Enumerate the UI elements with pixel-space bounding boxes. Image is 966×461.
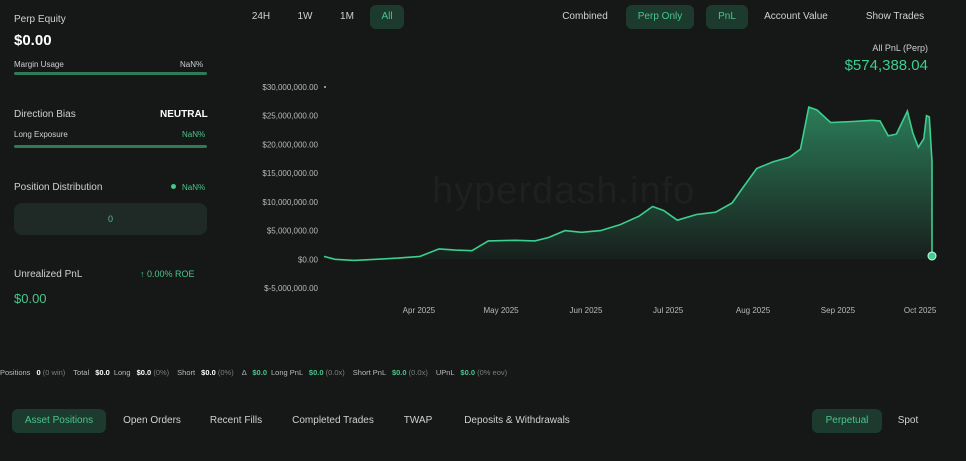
y-tick-label: $5,000,000.00	[267, 227, 319, 236]
stat-positions: Positions 0 (0 win)	[0, 368, 66, 377]
pnl-chart: $30,000,000.00 $25,000,000.00 $20,000,000.…	[262, 83, 937, 315]
x-tick-label: Oct 2025	[904, 306, 937, 315]
tab-open-orders[interactable]: Open Orders	[115, 409, 189, 433]
y-tick-label: $0.00	[298, 255, 319, 264]
stat--: Δ $0.0	[241, 368, 267, 377]
tab-asset-positions[interactable]: Asset Positions	[12, 409, 106, 433]
x-tick-label: May 2025	[483, 306, 519, 315]
stat-long: Long $0.0 (0%)	[113, 368, 170, 377]
stat-total: Total $0.0	[73, 368, 110, 377]
y-tick-label: $10,000,000.00	[262, 198, 318, 207]
x-tick-label: Apr 2025	[403, 306, 436, 315]
tab-deposits-withdrawals[interactable]: Deposits & Withdrawals	[452, 409, 582, 433]
axis-top-dot	[324, 86, 326, 88]
stat-short-pnl: Short PnL $0.0 (0.0x)	[352, 368, 428, 377]
tab-completed-trades[interactable]: Completed Trades	[282, 409, 384, 433]
pnl-area	[324, 107, 932, 261]
tab-twap[interactable]: TWAP	[394, 409, 442, 433]
tab-perpetual[interactable]: Perpetual	[812, 409, 882, 433]
stat-long-pnl: Long PnL $0.0 (0.0x)	[271, 368, 345, 377]
x-tick-label: Jun 2025	[570, 306, 603, 315]
y-tick-label: $25,000,000.00	[262, 112, 318, 121]
x-tick-label: Sep 2025	[821, 306, 856, 315]
stat-short: Short $0.0 (0%)	[177, 368, 234, 377]
y-tick-label: $15,000,000.00	[262, 169, 318, 178]
y-tick-label: $-5,000,000.00	[264, 284, 318, 293]
y-tick-label: $20,000,000.00	[262, 140, 318, 149]
x-tick-label: Jul 2025	[653, 306, 684, 315]
stats-bar: Positions 0 (0 win) Total $0.0 Long $0.0 (…	[0, 368, 950, 384]
y-tick-label: $30,000,000.00	[262, 83, 318, 92]
stat-upnl: UPnL $0.0 (0% eov)	[435, 368, 508, 377]
last-point-marker	[927, 251, 937, 261]
tab-recent-fills[interactable]: Recent Fills	[200, 409, 272, 433]
tab-spot[interactable]: Spot	[888, 409, 928, 433]
x-tick-label: Aug 2025	[736, 306, 771, 315]
